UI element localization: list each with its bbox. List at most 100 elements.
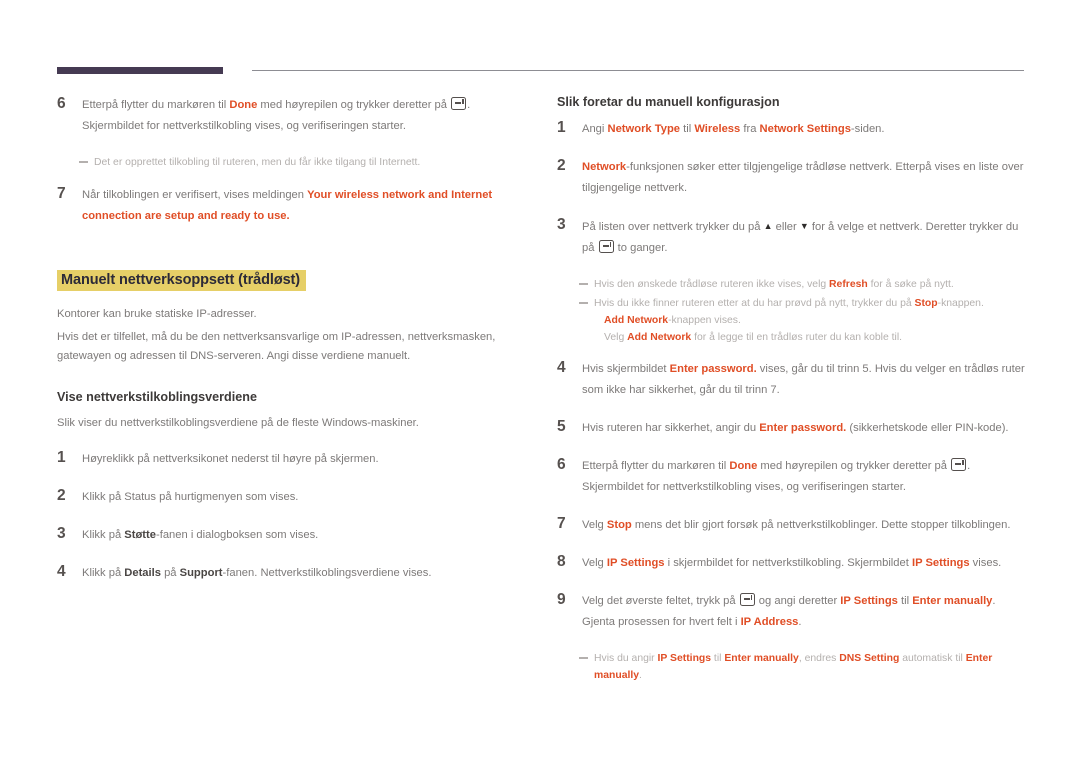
- numbered-step: 3 På listen over nettverk trykker du på ▲…: [557, 216, 1029, 259]
- step-text: Hvis ruteren har sikkerhet, angir du Ent…: [582, 422, 1009, 434]
- accent-term: Add Network: [627, 332, 692, 343]
- numbered-step: 4 Hvis skjermbildet Enter password. vises…: [557, 359, 1029, 401]
- accent-term: Enter password.: [759, 422, 847, 434]
- right-column-items: 1 Angi Network Type til Wireless fra Netw…: [557, 119, 1029, 684]
- note-text: Det er opprettet tilkobling til ruteren,…: [94, 157, 421, 168]
- note-line: Hvis du ikke finner ruteren etter at du …: [557, 295, 1029, 346]
- accent-term: IP Address: [740, 616, 799, 628]
- numbered-step: 8 Velg IP Settings i skjermbildet for net…: [557, 553, 1029, 574]
- note-dash-icon: [579, 302, 588, 304]
- right-column-heading: Slik foretar du manuell konfigurasjon: [557, 95, 780, 109]
- accent-term: Enter password.: [669, 363, 757, 375]
- numbered-step: 2 Network-funksjonen søker etter tilgjeng…: [557, 157, 1029, 199]
- accent-term: Done: [729, 460, 758, 472]
- step-text: Angi Network Type til Wireless fra Netwo…: [582, 123, 885, 135]
- left-column: 6 Etterpå flytter du markøren til Done me…: [57, 95, 529, 601]
- note-text: Hvis du ikke finner ruteren etter at du …: [594, 298, 984, 309]
- accent-term: Wireless: [694, 123, 741, 135]
- emphasis-term: Details: [124, 567, 161, 579]
- accent-term: IP Settings: [840, 595, 898, 607]
- arrow-down-icon: ▼: [799, 221, 809, 231]
- emphasis-term: Støtte: [124, 529, 156, 541]
- accent-term: Add Network: [604, 315, 669, 326]
- accent-term: Network: [582, 161, 627, 173]
- step-number: 4: [557, 359, 566, 376]
- note-dash-icon: [579, 657, 588, 659]
- note-dash-icon: [579, 283, 588, 285]
- step-number: 2: [557, 157, 566, 174]
- step-number: 6: [57, 95, 66, 112]
- accent-term: IP Settings: [657, 653, 712, 664]
- emphasis-term: Support: [179, 567, 223, 579]
- step-number: 7: [57, 185, 66, 202]
- header-accent-bar: [57, 67, 223, 74]
- step-text: Når tilkoblingen er verifisert, vises me…: [82, 189, 493, 222]
- step-number: 1: [57, 449, 66, 466]
- note-line: Det er opprettet tilkobling til ruteren,…: [57, 154, 529, 171]
- step-text: Klikk på Details på Support-fanen. Nettv…: [82, 567, 432, 579]
- note-line: Hvis du angir IP Settings til Enter manu…: [557, 650, 1029, 684]
- accent-term: Done: [229, 99, 258, 111]
- intro-paragraph: Slik viser du nettverkstilkoblingsverdie…: [57, 417, 419, 429]
- numbered-step: 1 Høyreklikk på nettverksikonet nederst t…: [57, 449, 529, 470]
- arrow-up-icon: ▲: [763, 221, 773, 231]
- enter-key-icon: [598, 240, 614, 253]
- accent-term: Enter manually: [724, 653, 799, 664]
- numbered-step: 2 Klikk på Status på hurtigmenyen som vis…: [57, 487, 529, 508]
- step-number: 9: [557, 591, 566, 608]
- right-column: Slik foretar du manuell konfigurasjon 1 A…: [557, 95, 1029, 698]
- accent-term: Stop: [606, 519, 632, 531]
- note-subline: Add Network-knappen vises.: [604, 315, 741, 326]
- step-number: 8: [557, 553, 566, 570]
- numbered-step: 1 Angi Network Type til Wireless fra Netw…: [557, 119, 1029, 140]
- step-number: 2: [57, 487, 66, 504]
- accent-term: Stop: [914, 298, 938, 309]
- enter-key-icon: [739, 593, 755, 606]
- numbered-step: 3 Klikk på Støtte-fanen i dialogboksen so…: [57, 525, 529, 546]
- accent-term: Network Settings: [759, 123, 851, 135]
- step-text: Velg IP Settings i skjermbildet for nett…: [582, 557, 1002, 569]
- numbered-step: 7 Når tilkoblingen er verifisert, vises m…: [57, 185, 529, 227]
- note-subline: Velg Add Network for å legge til en tråd…: [604, 332, 903, 343]
- accent-term: IP Settings: [606, 557, 665, 569]
- numbered-step: 5 Hvis ruteren har sikkerhet, angir du En…: [557, 418, 1029, 439]
- enter-key-icon: [951, 458, 967, 471]
- accent-term: Your wireless network and Internet conne…: [82, 189, 493, 222]
- step-number: 5: [557, 418, 566, 435]
- paragraph: Kontorer kan bruke statiske IP-adresser.: [57, 308, 257, 320]
- step-text: Klikk på Støtte-fanen i dialogboksen som…: [82, 529, 319, 541]
- accent-term: Refresh: [829, 279, 868, 290]
- step-text: Velg Stop mens det blir gjort forsøk på …: [582, 519, 1011, 531]
- note-text: Hvis den ønskede trådløse ruteren ikke v…: [594, 279, 954, 290]
- step-number: 6: [557, 456, 566, 473]
- step-text: Hvis skjermbildet Enter password. vises,…: [582, 363, 1025, 396]
- step-text: Klikk på Status på hurtigmenyen som vise…: [82, 491, 299, 503]
- step-number: 4: [57, 563, 66, 580]
- subsection-heading: Vise nettverkstilkoblingsverdiene: [57, 390, 257, 404]
- note-group: Hvis den ønskede trådløse ruteren ikke v…: [557, 276, 1029, 346]
- numbered-step: 9 Velg det øverste feltet, trykk på og an…: [557, 591, 1029, 633]
- note-dash-icon: [79, 161, 88, 163]
- step-text: Velg det øverste feltet, trykk på og ang…: [582, 593, 996, 628]
- numbered-step: 6 Etterpå flytter du markøren til Done me…: [57, 95, 529, 137]
- step-text: På listen over nettverk trykker du på ▲ …: [582, 221, 1019, 254]
- step-text: Etterpå flytter du markøren til Done med…: [582, 458, 971, 493]
- step-number: 7: [557, 515, 566, 532]
- numbered-step: 6 Etterpå flytter du markøren til Done me…: [557, 456, 1029, 498]
- section-heading-highlighted: Manuelt nettverksoppsett (trådløst): [57, 270, 307, 291]
- paragraph: Hvis det er tilfellet, må du be den nett…: [57, 331, 496, 362]
- step-number: 3: [57, 525, 66, 542]
- step-text: Etterpå flytter du markøren til Done med…: [82, 97, 471, 132]
- accent-term: Enter manually: [912, 595, 993, 607]
- note-text: Hvis du angir IP Settings til Enter manu…: [594, 653, 993, 681]
- accent-term: IP Settings: [911, 557, 970, 569]
- manual-page: 6 Etterpå flytter du markøren til Done me…: [0, 0, 1080, 763]
- step-number: 3: [557, 216, 566, 233]
- numbered-step: 7 Velg Stop mens det blir gjort forsøk på…: [557, 515, 1029, 536]
- header-rule-line: [252, 70, 1024, 71]
- step-text: Høyreklikk på nettverksikonet nederst ti…: [82, 453, 379, 465]
- numbered-step: 4 Klikk på Details på Support-fanen. Nett…: [57, 563, 529, 584]
- step-number: 1: [557, 119, 566, 136]
- step-text: Network-funksjonen søker etter tilgjenge…: [582, 161, 1024, 194]
- left-column-items: 6 Etterpå flytter du markøren til Done me…: [57, 95, 529, 584]
